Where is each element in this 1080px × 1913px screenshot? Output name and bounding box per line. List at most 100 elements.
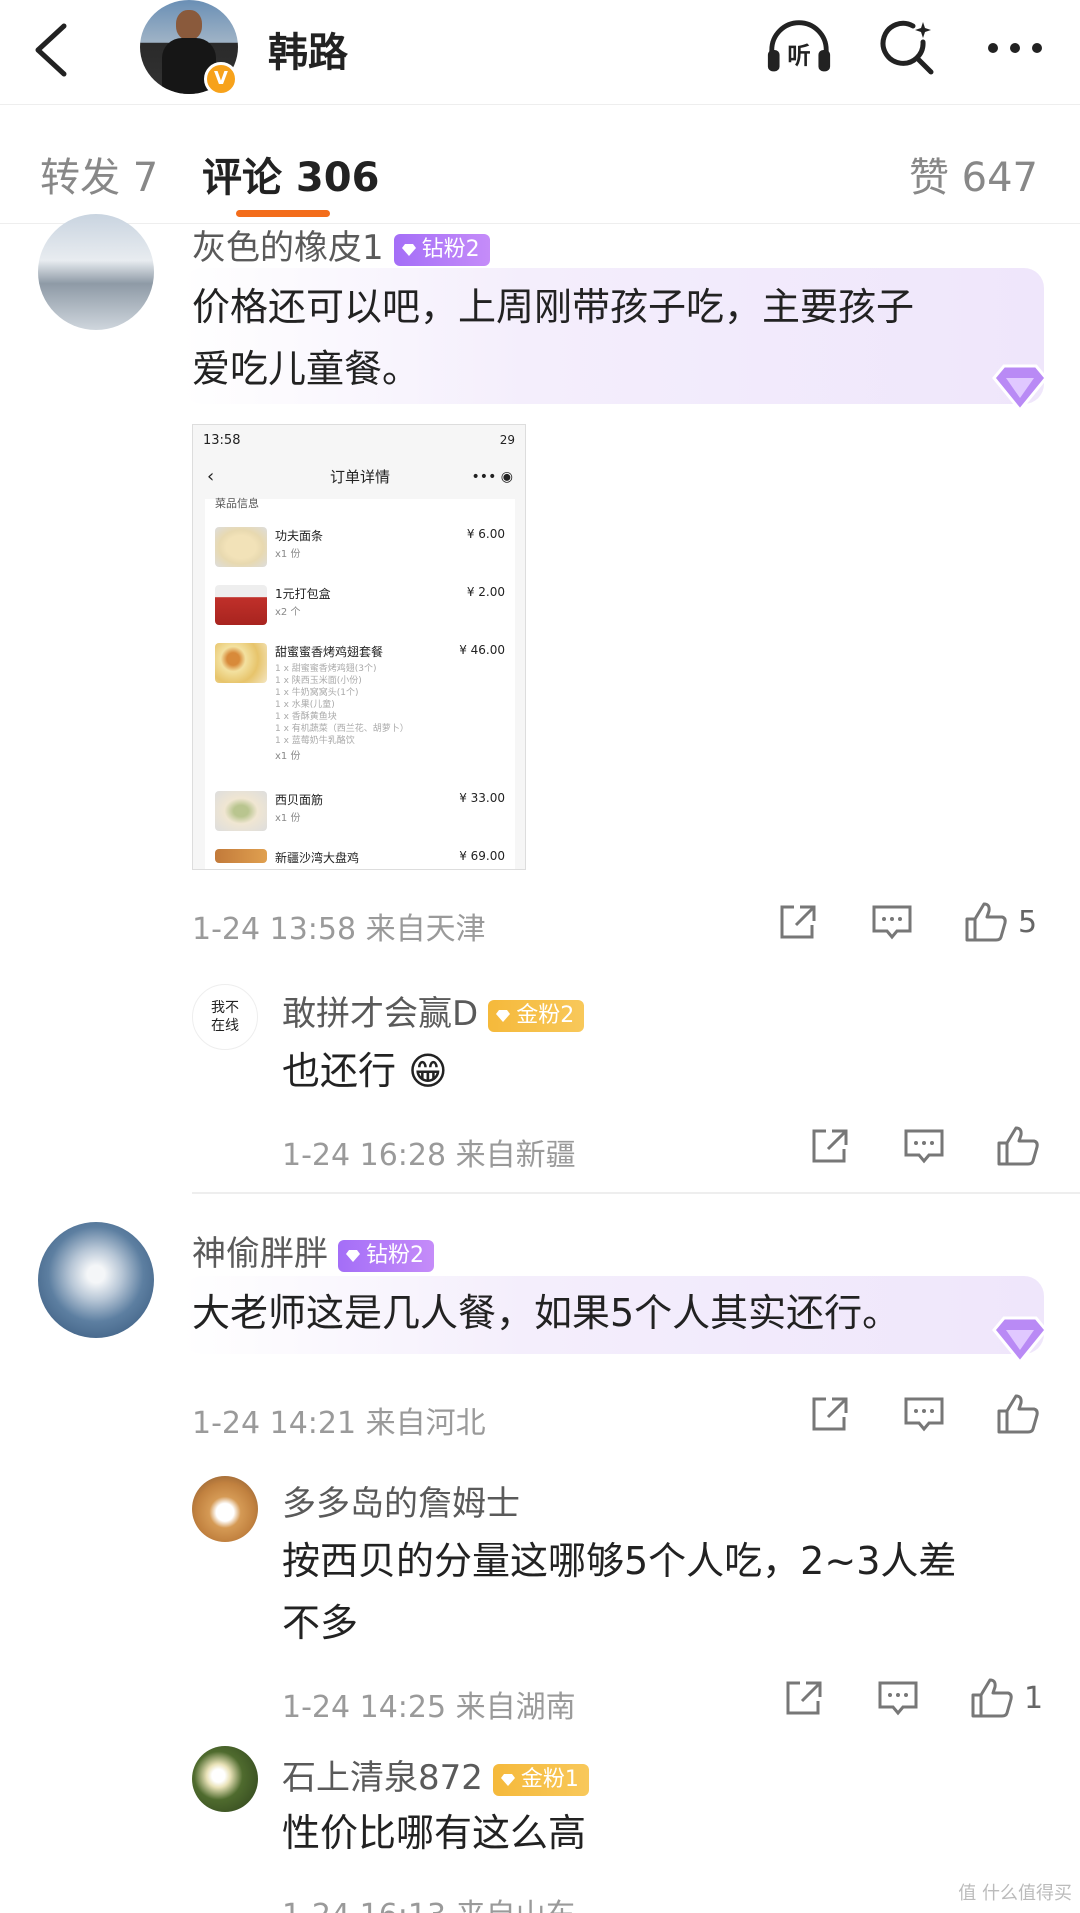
tab-bar: 转发 7 评论 306 赞 647 xyxy=(0,104,1080,224)
username-text: 神偷胖胖 xyxy=(192,1234,328,1274)
thumbs-up-icon xyxy=(997,1394,1039,1434)
image-item-price: ¥ 6.00 xyxy=(466,527,505,541)
reply-button[interactable] xyxy=(902,1124,946,1168)
diamond-icon xyxy=(401,243,416,256)
avatar[interactable] xyxy=(192,1746,258,1812)
reply-username[interactable]: 敢拼才会赢D 金粉2 xyxy=(282,986,585,1035)
search-button[interactable] xyxy=(872,16,942,80)
reply-text: 性价比哪有这么高 xyxy=(282,1811,587,1855)
comment-meta: 1-24 14:21 来自河北 xyxy=(192,1406,486,1441)
image-item-name: 西贝面筋 xyxy=(275,793,324,807)
comment-image[interactable]: 13:58 29 ‹ 订单详情 ••• ◉ 菜品信息 功夫面条 x1 份 ¥ 6… xyxy=(192,424,526,870)
image-status-time: 13:58 xyxy=(203,433,241,448)
image-item-price: ¥ 69.00 xyxy=(459,849,505,863)
gold-gem-icon xyxy=(500,1773,515,1786)
fan-badge[interactable]: 金粉2 xyxy=(488,999,585,1032)
image-order-panel: 菜品信息 功夫面条 x1 份 ¥ 6.00 1元打包盒 x2 个 ¥ 2.00 … xyxy=(205,497,515,869)
reply-button[interactable] xyxy=(870,900,914,944)
share-icon xyxy=(812,1129,848,1163)
avatar[interactable] xyxy=(38,214,154,330)
reply-line: 不多 xyxy=(282,1601,359,1645)
comment-icon xyxy=(878,1681,918,1716)
image-back-icon: ‹ xyxy=(207,466,215,487)
reply-username[interactable]: 石上清泉872 金粉1 xyxy=(282,1750,589,1799)
top-bar: V 韩路 听 xyxy=(0,0,1080,104)
like-button[interactable] xyxy=(996,1124,1040,1168)
comment-line: 大老师这是几人餐，如果5个人其实还行。 xyxy=(192,1291,901,1335)
image-item-price: ¥ 2.00 xyxy=(466,585,505,599)
listen-label: 听 xyxy=(787,42,810,70)
share-button[interactable] xyxy=(808,1392,852,1436)
tab-repost[interactable]: 转发 7 xyxy=(40,145,158,203)
thumbs-up-icon xyxy=(965,902,1007,942)
fan-badge[interactable]: 钻粉2 xyxy=(338,1239,434,1272)
headphones-icon: 听 xyxy=(767,20,831,72)
image-item-price: ¥ 46.00 xyxy=(459,643,505,657)
reply-actions xyxy=(808,1124,1040,1168)
gold-gem-icon xyxy=(496,1009,511,1022)
comment-username[interactable]: 神偷胖胖 钻粉2 xyxy=(192,1226,434,1275)
comment-line: 爱吃儿童餐。 xyxy=(192,347,421,391)
fan-badge-label: 钻粉2 xyxy=(421,236,480,262)
more-button[interactable] xyxy=(980,16,1050,80)
active-tab-indicator xyxy=(236,210,330,217)
fan-badge[interactable]: 金粉1 xyxy=(492,1763,589,1796)
listen-button[interactable]: 听 xyxy=(764,16,834,80)
comment-line: 价格还可以吧，上周刚带孩子吃，主要孩子 xyxy=(192,285,915,329)
verified-badge: V xyxy=(204,62,238,96)
image-item-name: 1元打包盒 xyxy=(275,587,331,601)
share-icon xyxy=(812,1397,848,1431)
comment-text: 价格还可以吧，上周刚带孩子吃，主要孩子 爱吃儿童餐。 xyxy=(192,276,1032,400)
watermark: 值 什么值得买 xyxy=(958,1883,1072,1904)
like-button[interactable] xyxy=(996,1392,1040,1436)
comment-meta: 1-24 13:58 来自天津 xyxy=(192,912,486,947)
reply-button[interactable] xyxy=(902,1392,946,1436)
fan-badge-label: 钻粉2 xyxy=(366,1242,424,1268)
image-item-name: 新疆沙湾大盘鸡 xyxy=(275,851,360,865)
comment-icon xyxy=(872,905,912,940)
reply-line: 按西贝的分量这哪够5个人吃，2~3人差 xyxy=(282,1539,957,1583)
reply-text: 也还行 😁 xyxy=(282,1049,448,1093)
like-button[interactable] xyxy=(970,1676,1014,1720)
thumbs-up-icon xyxy=(971,1678,1013,1718)
image-item-sub: 1 x 蓝莓奶牛乳酪饮 xyxy=(275,736,355,746)
comment-actions xyxy=(808,1392,1040,1436)
comment-username[interactable]: 灰色的橡皮1 钻粉2 xyxy=(192,220,490,269)
like-count: 1 xyxy=(1024,1680,1044,1716)
back-button[interactable] xyxy=(30,20,74,80)
image-page-title: 订单详情 xyxy=(329,468,390,486)
image-item-name: 甜蜜蜜香烤鸡翅套餐 xyxy=(275,645,384,659)
tab-likes[interactable]: 赞 647 xyxy=(909,145,1038,203)
avatar[interactable] xyxy=(38,1222,154,1338)
comment-icon xyxy=(904,1397,944,1432)
author-name[interactable]: 韩路 xyxy=(268,20,348,78)
comment-actions: 5 xyxy=(776,900,1037,944)
reply-meta: 1-24 14:25 来自湖南 xyxy=(282,1690,576,1725)
image-item-name: 功夫面条 xyxy=(275,529,324,543)
comment-icon xyxy=(904,1129,944,1164)
reply-text: 按西贝的分量这哪够5个人吃，2~3人差 不多 xyxy=(282,1530,1042,1654)
image-item-qty: x1 份 xyxy=(275,813,301,824)
fan-badge-label: 金粉1 xyxy=(520,1766,579,1792)
fan-badge-label: 金粉2 xyxy=(516,1002,575,1028)
fan-badge[interactable]: 钻粉2 xyxy=(393,233,490,266)
like-count: 5 xyxy=(1018,904,1038,940)
image-menu-icon: ••• ◉ xyxy=(471,469,513,485)
like-button[interactable] xyxy=(964,900,1008,944)
reply-button[interactable] xyxy=(876,1676,920,1720)
share-icon xyxy=(780,905,816,939)
avatar[interactable]: 我不 在线 xyxy=(192,984,258,1050)
share-button[interactable] xyxy=(808,1124,852,1168)
image-status-battery: 29 xyxy=(499,433,515,447)
tab-comments[interactable]: 评论 306 xyxy=(202,145,379,203)
reply-username[interactable]: 多多岛的詹姆士 xyxy=(282,1476,520,1525)
more-icon xyxy=(988,43,1042,53)
thumbs-up-icon xyxy=(997,1126,1039,1166)
avatar[interactable] xyxy=(192,1476,258,1542)
image-section-label: 菜品信息 xyxy=(215,497,259,510)
image-item-qty: x1 份 xyxy=(275,549,301,560)
share-button[interactable] xyxy=(776,900,820,944)
share-button[interactable] xyxy=(782,1676,826,1720)
diamond-icon xyxy=(346,1249,360,1262)
image-item-qty: x2 个 xyxy=(275,607,301,618)
